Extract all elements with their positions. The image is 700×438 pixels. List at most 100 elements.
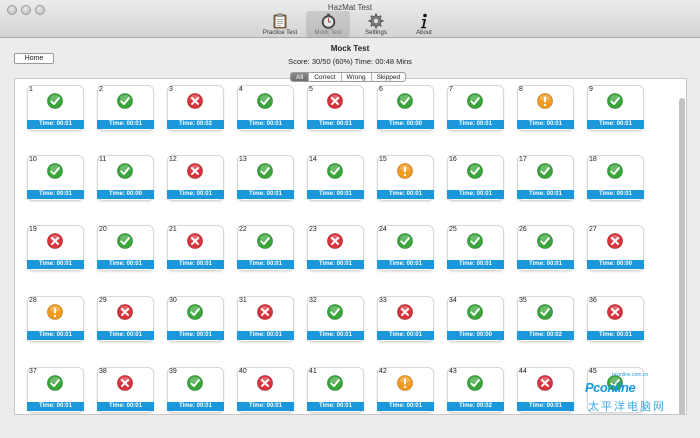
question-tile[interactable]: 19 Time: 00:01 bbox=[27, 225, 84, 271]
question-number: 32 bbox=[309, 297, 317, 304]
question-tile[interactable]: 37 Time: 00:01 bbox=[27, 367, 84, 413]
question-tile[interactable]: 27 Time: 00:00 bbox=[587, 225, 644, 271]
correct-check-icon bbox=[537, 163, 553, 179]
question-tile[interactable]: 22 Time: 00:01 bbox=[237, 225, 294, 271]
question-tile[interactable]: 28 Time: 00:01 bbox=[27, 296, 84, 342]
question-tile[interactable]: 4 Time: 00:01 bbox=[237, 85, 294, 131]
filter-correct[interactable]: Correct bbox=[309, 73, 342, 81]
question-time: Time: 00:01 bbox=[377, 331, 434, 340]
watermark-url: pconline.com.cn bbox=[612, 372, 649, 378]
toolbar-about[interactable]: About bbox=[402, 11, 446, 37]
question-number: 29 bbox=[99, 297, 107, 304]
correct-check-icon bbox=[607, 93, 623, 109]
question-tile[interactable]: 8 Time: 00:01 bbox=[517, 85, 574, 131]
question-number: 26 bbox=[519, 226, 527, 233]
question-number: 4 bbox=[239, 86, 243, 93]
question-tile[interactable]: 32 Time: 00:01 bbox=[307, 296, 364, 342]
question-tile[interactable]: 40 Time: 00:01 bbox=[237, 367, 294, 413]
question-tile[interactable]: 33 Time: 00:01 bbox=[377, 296, 434, 342]
question-number: 18 bbox=[589, 156, 597, 163]
question-tile[interactable]: 9 Time: 00:01 bbox=[587, 85, 644, 131]
filter-wrong[interactable]: Wrong bbox=[342, 73, 372, 81]
question-tile[interactable]: 24 Time: 00:01 bbox=[377, 225, 434, 271]
question-tile[interactable]: 12 Time: 00:01 bbox=[167, 155, 224, 201]
question-time: Time: 00:01 bbox=[307, 331, 364, 340]
question-tile[interactable]: 5 Time: 00:01 bbox=[307, 85, 364, 131]
wrong-x-icon bbox=[187, 233, 203, 249]
question-tile[interactable]: 38 Time: 00:01 bbox=[97, 367, 154, 413]
question-tile[interactable]: 30 Time: 00:01 bbox=[167, 296, 224, 342]
question-tile[interactable]: 36 Time: 00:01 bbox=[587, 296, 644, 342]
question-time: Time: 00:01 bbox=[237, 260, 294, 269]
correct-check-icon bbox=[537, 304, 553, 320]
question-time: Time: 00:01 bbox=[237, 331, 294, 340]
question-number: 31 bbox=[239, 297, 247, 304]
question-tile[interactable]: 43 Time: 00:02 bbox=[447, 367, 504, 413]
question-tile[interactable]: 21 Time: 00:01 bbox=[167, 225, 224, 271]
skipped-exclamation-icon bbox=[47, 304, 63, 320]
question-tile[interactable]: 10 Time: 00:01 bbox=[27, 155, 84, 201]
question-tile[interactable]: 1 Time: 00:01 bbox=[27, 85, 84, 131]
question-number: 10 bbox=[29, 156, 37, 163]
question-time: Time: 00:01 bbox=[167, 402, 224, 411]
question-time: Time: 00:02 bbox=[517, 331, 574, 340]
question-tile[interactable]: 29 Time: 00:01 bbox=[97, 296, 154, 342]
question-tile[interactable]: 13 Time: 00:01 bbox=[237, 155, 294, 201]
correct-check-icon bbox=[607, 163, 623, 179]
correct-check-icon bbox=[397, 233, 413, 249]
page-title: Mock Test bbox=[330, 44, 370, 53]
question-tile[interactable]: 35 Time: 00:02 bbox=[517, 296, 574, 342]
question-tile[interactable]: 17 Time: 00:01 bbox=[517, 155, 574, 201]
question-time: Time: 00:00 bbox=[587, 260, 644, 269]
question-time: Time: 00:01 bbox=[517, 260, 574, 269]
correct-check-icon bbox=[47, 163, 63, 179]
watermark-cn-text: 太平洋电脑网 bbox=[588, 401, 666, 413]
skipped-exclamation-icon bbox=[537, 93, 553, 109]
question-tile[interactable]: 18 Time: 00:01 bbox=[587, 155, 644, 201]
question-tile[interactable]: 39 Time: 00:01 bbox=[167, 367, 224, 413]
question-time: Time: 00:01 bbox=[167, 190, 224, 199]
question-time: Time: 00:01 bbox=[307, 190, 364, 199]
correct-check-icon bbox=[117, 93, 133, 109]
toolbar-mock-test[interactable]: Mock Test bbox=[306, 11, 350, 37]
question-tile[interactable]: 14 Time: 00:01 bbox=[307, 155, 364, 201]
correct-check-icon bbox=[257, 93, 273, 109]
filter-skipped[interactable]: Skipped bbox=[372, 73, 405, 81]
question-tile[interactable]: 20 Time: 00:01 bbox=[97, 225, 154, 271]
question-time: Time: 00:02 bbox=[167, 120, 224, 129]
filter-all[interactable]: All bbox=[291, 73, 310, 81]
question-number: 37 bbox=[29, 368, 37, 375]
question-time: Time: 00:01 bbox=[447, 260, 504, 269]
question-tile[interactable]: 15 Time: 00:01 bbox=[377, 155, 434, 201]
question-number: 5 bbox=[309, 86, 313, 93]
question-tile[interactable]: 41 Time: 00:01 bbox=[307, 367, 364, 413]
question-tile[interactable]: 7 Time: 00:01 bbox=[447, 85, 504, 131]
question-tile[interactable]: 26 Time: 00:01 bbox=[517, 225, 574, 271]
question-tile[interactable]: 3 Time: 00:02 bbox=[167, 85, 224, 131]
question-time: Time: 00:01 bbox=[517, 190, 574, 199]
question-tile[interactable]: 34 Time: 00:00 bbox=[447, 296, 504, 342]
question-time: Time: 00:01 bbox=[587, 120, 644, 129]
question-tile[interactable]: 11 Time: 00:00 bbox=[97, 155, 154, 201]
question-time: Time: 00:01 bbox=[27, 260, 84, 269]
toolbar-practice-test[interactable]: Practice Test bbox=[258, 11, 302, 37]
correct-check-icon bbox=[327, 163, 343, 179]
question-tile[interactable]: 23 Time: 00:01 bbox=[307, 225, 364, 271]
correct-check-icon bbox=[397, 93, 413, 109]
question-time: Time: 00:01 bbox=[587, 190, 644, 199]
question-tile[interactable]: 42 Time: 00:01 bbox=[377, 367, 434, 413]
question-tile[interactable]: 44 Time: 00:01 bbox=[517, 367, 574, 413]
vertical-scrollbar[interactable] bbox=[679, 98, 685, 414]
question-tile[interactable]: 2 Time: 00:01 bbox=[97, 85, 154, 131]
correct-check-icon bbox=[257, 163, 273, 179]
correct-check-icon bbox=[537, 233, 553, 249]
question-tile[interactable]: 25 Time: 00:01 bbox=[447, 225, 504, 271]
question-number: 22 bbox=[239, 226, 247, 233]
question-tile[interactable]: 31 Time: 00:01 bbox=[237, 296, 294, 342]
wrong-x-icon bbox=[257, 304, 273, 320]
question-tile[interactable]: 6 Time: 00:00 bbox=[377, 85, 434, 131]
toolbar-settings[interactable]: Settings bbox=[354, 11, 398, 37]
question-tile[interactable]: 16 Time: 00:01 bbox=[447, 155, 504, 201]
correct-check-icon bbox=[187, 304, 203, 320]
question-time: Time: 00:00 bbox=[97, 190, 154, 199]
